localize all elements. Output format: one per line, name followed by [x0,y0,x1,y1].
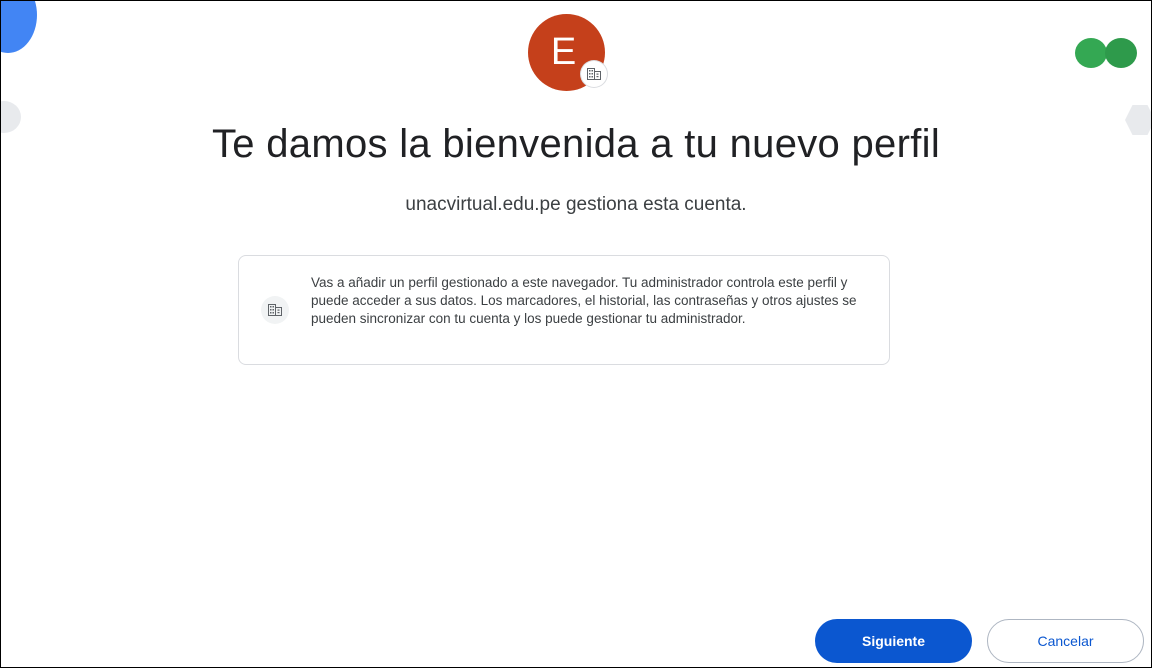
avatar-initial: E [550,31,577,73]
business-building-icon [261,296,289,324]
decorative-green-shape [1075,38,1137,68]
managed-profile-info-card: Vas a añadir un perfil gestionado a este… [238,255,890,365]
managed-by-domain-text: unacvirtual.edu.pe gestiona esta cuenta. [405,194,747,215]
cancel-button[interactable]: Cancelar [987,619,1144,663]
page-title: Te damos la bienvenida a tu nuevo perfil [211,122,940,166]
profile-welcome-dialog: E Te damos la bienvenida a tu nuevo perf… [0,0,1152,668]
business-building-icon [581,61,607,87]
next-button[interactable]: Siguiente [815,619,972,663]
managed-profile-description: Vas a añadir un perfil gestionado a este… [311,275,857,326]
decorative-green-circle [1075,38,1107,68]
decorative-green-circle [1105,38,1137,68]
decorative-blue-shape [1,1,37,53]
